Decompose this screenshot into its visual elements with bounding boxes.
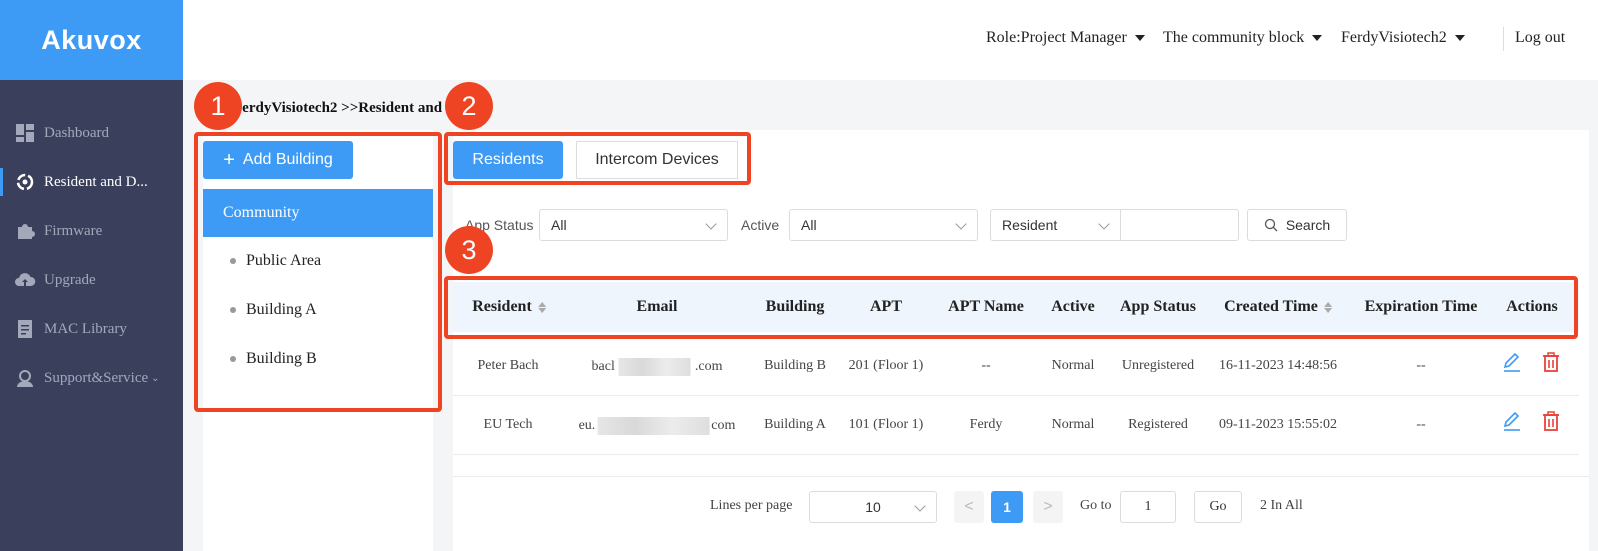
- lines-per-page-select[interactable]: 10: [809, 491, 937, 523]
- header-divider: [1503, 27, 1504, 51]
- sidebar-item-label: Upgrade: [44, 271, 96, 288]
- logo: Akuvox: [0, 0, 183, 80]
- sidebar-item-resident[interactable]: Resident and D...: [0, 162, 183, 202]
- sidebar-item-firmware[interactable]: Firmware: [0, 211, 183, 251]
- annotation-badge-3: 3: [445, 226, 493, 274]
- cell-resident: Peter Bach: [477, 358, 539, 373]
- app-status-select[interactable]: All: [539, 209, 728, 241]
- active-label: Active: [741, 217, 780, 233]
- chevron-down-icon: [955, 218, 967, 230]
- sidebar: Dashboard Resident and D... Firmware Upg…: [0, 80, 183, 551]
- cell-active: Normal: [1051, 358, 1095, 373]
- annotation-highlight-3: [444, 276, 1578, 339]
- caret-down-icon: [1134, 35, 1145, 41]
- search-button[interactable]: Search: [1247, 209, 1347, 241]
- page-1-button[interactable]: 1: [991, 491, 1023, 523]
- user-label: FerdyVisiotech2: [1341, 29, 1447, 46]
- search-icon: [1264, 218, 1278, 232]
- delete-icon[interactable]: [1540, 351, 1562, 373]
- dashboard-icon: [14, 122, 36, 144]
- cell-created-time: 16-11-2023 14:48:56: [1218, 358, 1338, 373]
- sidebar-item-label: Dashboard: [44, 124, 109, 141]
- cell-apt-name: --: [981, 358, 991, 373]
- cell-resident: EU Tech: [483, 417, 533, 432]
- redacted-block: [618, 358, 691, 376]
- resident-icon: [14, 171, 36, 193]
- sidebar-item-upgrade[interactable]: Upgrade: [0, 260, 183, 300]
- annotation-badge-1: 1: [194, 82, 242, 130]
- cloud-upload-icon: [14, 269, 36, 291]
- chevron-down-icon: [914, 500, 926, 512]
- annotation-highlight-2: [444, 132, 751, 185]
- email-start: bacl: [591, 359, 615, 375]
- select-value: Resident: [1002, 217, 1058, 233]
- puzzle-icon: [14, 220, 36, 242]
- cell-email: eu. com: [578, 417, 736, 435]
- edit-icon[interactable]: [1501, 351, 1523, 373]
- total-count: 2 In All: [1260, 498, 1303, 513]
- user-dropdown[interactable]: FerdyVisiotech2: [1341, 29, 1465, 47]
- divider: [453, 476, 1589, 477]
- annotation-badge-2: 2: [445, 82, 493, 130]
- select-value: All: [801, 217, 817, 233]
- cell-building: Building A: [764, 417, 826, 432]
- cell-active: Normal: [1051, 417, 1095, 432]
- support-icon: [14, 367, 36, 389]
- cell-expiration-time: --: [1416, 358, 1426, 373]
- community-dropdown[interactable]: The community block: [1163, 29, 1323, 47]
- logout-link[interactable]: Log out: [1515, 29, 1565, 47]
- sidebar-item-label: MAC Library: [44, 320, 127, 337]
- email-end: .com: [694, 359, 723, 375]
- sidebar-item-label: Support&Service: [44, 369, 149, 386]
- go-button[interactable]: Go: [1194, 491, 1242, 523]
- sidebar-item-mac-library[interactable]: MAC Library: [0, 309, 183, 349]
- lines-per-page-label: Lines per page: [710, 498, 793, 513]
- role-dropdown[interactable]: Role:Project Manager: [986, 29, 1145, 47]
- search-button-label: Search: [1285, 217, 1331, 233]
- role-label: Role:Project Manager: [986, 29, 1127, 46]
- prev-page-button[interactable]: <: [954, 491, 984, 523]
- cell-app-status: Registered: [1128, 417, 1188, 432]
- cell-building: Building B: [764, 358, 826, 373]
- chevron-down-icon: ⌄: [151, 372, 160, 384]
- cell-email: bacl .com: [591, 358, 723, 376]
- cell-apt: 201 (Floor 1): [848, 358, 924, 373]
- cell-app-status: Unregistered: [1121, 358, 1195, 373]
- next-page-button[interactable]: >: [1033, 491, 1063, 523]
- select-value: All: [551, 217, 567, 233]
- sidebar-item-dashboard[interactable]: Dashboard: [0, 113, 183, 153]
- cell-expiration-time: --: [1416, 417, 1426, 432]
- caret-down-icon: [1312, 35, 1323, 41]
- cell-created-time: 09-11-2023 15:55:02: [1218, 417, 1338, 432]
- search-input[interactable]: [1120, 209, 1239, 241]
- document-icon: [14, 318, 36, 340]
- breadcrumb: FerdyVisiotech2 >>Resident and Devices: [233, 100, 443, 116]
- logo-text: Akuvox: [41, 24, 142, 55]
- active-select[interactable]: All: [789, 209, 978, 241]
- search-field-select[interactable]: Resident: [990, 209, 1121, 241]
- sidebar-item-label: Resident and D...: [44, 173, 148, 190]
- email-start: eu.: [578, 418, 596, 434]
- cell-apt: 101 (Floor 1): [848, 417, 924, 432]
- redacted-block: [597, 417, 710, 435]
- chevron-down-icon: [1098, 218, 1110, 230]
- email-end: com: [711, 418, 736, 434]
- community-label: The community block: [1163, 29, 1305, 46]
- goto-label: Go to: [1080, 498, 1112, 513]
- chevron-down-icon: [705, 218, 717, 230]
- sidebar-item-label: Firmware: [44, 222, 103, 239]
- sidebar-item-support[interactable]: Support&Service ⌄: [0, 358, 183, 398]
- goto-page-input[interactable]: 1: [1120, 491, 1176, 523]
- edit-icon[interactable]: [1501, 410, 1523, 432]
- annotation-highlight-1: [194, 132, 442, 412]
- delete-icon[interactable]: [1540, 410, 1562, 432]
- select-value: 10: [865, 499, 881, 515]
- caret-down-icon: [1454, 35, 1465, 41]
- cell-apt-name: Ferdy: [969, 417, 1003, 432]
